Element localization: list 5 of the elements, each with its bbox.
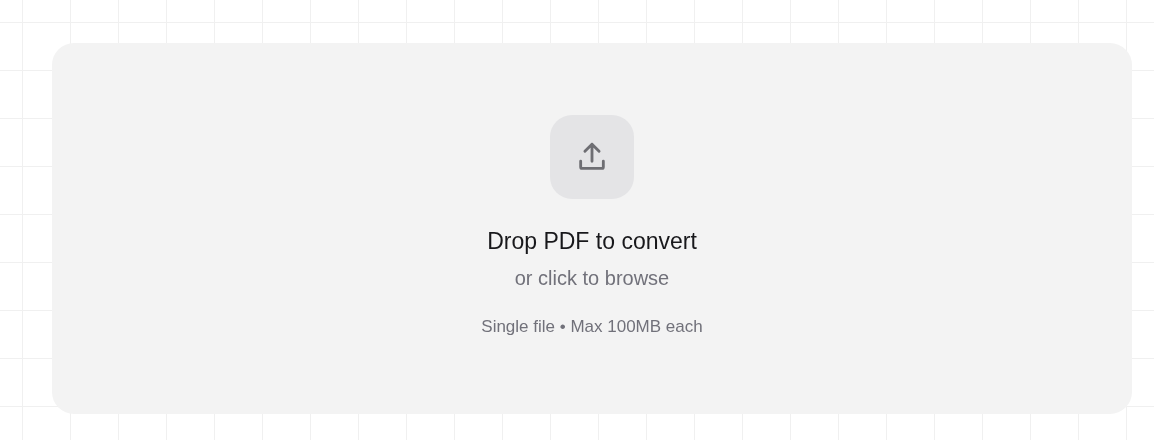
dropzone-title: Drop PDF to convert xyxy=(487,227,697,255)
upload-dropzone[interactable]: Drop PDF to convert or click to browse Single file • Max 100MB each xyxy=(52,43,1132,414)
upload-icon xyxy=(550,115,634,199)
browse-text: or click to browse xyxy=(514,266,670,290)
file-limit-hint: Single file • Max 100MB each xyxy=(481,316,703,338)
